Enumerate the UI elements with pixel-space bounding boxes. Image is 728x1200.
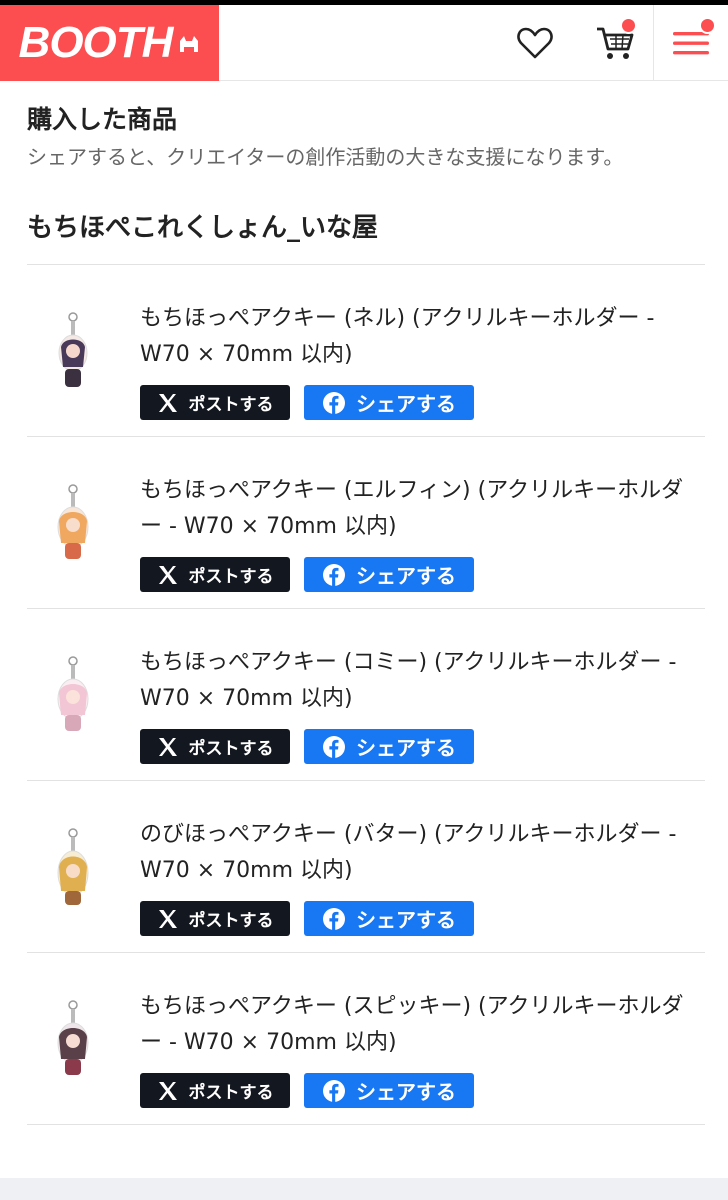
- x-logo-icon: [158, 737, 177, 756]
- facebook-share-button[interactable]: シェアする: [304, 901, 474, 936]
- cart-notification-dot: [620, 17, 637, 34]
- facebook-share-button[interactable]: シェアする: [304, 729, 474, 764]
- facebook-share-button[interactable]: シェアする: [304, 1073, 474, 1108]
- keychain-image-icon: [58, 312, 88, 387]
- logo-mark-icon: [180, 36, 199, 52]
- x-post-button[interactable]: ポストする: [140, 901, 290, 936]
- page-subtitle: シェアすると、クリエイターの創作活動の大きな支援になります。: [27, 145, 624, 169]
- item-title[interactable]: もちほっぺアクキー (スピッキー) (アクリルキーホルダー - W70 × 70…: [140, 989, 705, 1061]
- facebook-share-label: シェアする: [356, 736, 456, 760]
- facebook-icon: [323, 907, 345, 930]
- x-post-label: ポストする: [188, 911, 274, 931]
- facebook-share-label: シェアする: [356, 564, 456, 588]
- facebook-share-label: シェアする: [356, 908, 456, 932]
- x-logo-icon: [158, 393, 177, 412]
- item-thumbnail[interactable]: [41, 999, 105, 1083]
- x-post-label: ポストする: [188, 395, 274, 415]
- purchased-items-list: もちほっぺアクキー (ネル) (アクリルキーホルダー - W70 × 70mm …: [27, 264, 705, 1125]
- list-item: もちほっぺアクキー (エルフィン) (アクリルキーホルダー - W70 × 70…: [27, 437, 705, 609]
- share-buttons: ポストする シェアする: [140, 1073, 474, 1108]
- shop-name[interactable]: もちほぺこれくしょん_いな屋: [27, 207, 378, 244]
- x-post-button[interactable]: ポストする: [140, 1073, 290, 1108]
- page-title: 購入した商品: [27, 105, 178, 134]
- x-logo-icon: [158, 909, 177, 928]
- share-buttons: ポストする シェアする: [140, 729, 474, 764]
- facebook-icon: [323, 391, 345, 414]
- share-buttons: ポストする シェアする: [140, 557, 474, 592]
- keychain-image-icon: [57, 484, 89, 559]
- x-post-button[interactable]: ポストする: [140, 385, 290, 420]
- x-post-label: ポストする: [188, 567, 274, 587]
- x-post-label: ポストする: [188, 739, 274, 759]
- x-post-button[interactable]: ポストする: [140, 557, 290, 592]
- facebook-share-button[interactable]: シェアする: [304, 557, 474, 592]
- item-thumbnail[interactable]: [41, 311, 105, 395]
- list-item: のびほっぺアクキー (バター) (アクリルキーホルダー - W70 × 70mm…: [27, 781, 705, 953]
- favorites-button[interactable]: [505, 5, 565, 81]
- share-buttons: ポストする シェアする: [140, 901, 474, 936]
- logo-text: BOOTH: [18, 18, 174, 67]
- list-item: もちほっぺアクキー (コミー) (アクリルキーホルダー - W70 × 70mm…: [27, 609, 705, 781]
- menu-button[interactable]: [653, 5, 728, 81]
- x-logo-icon: [158, 565, 177, 584]
- item-thumbnail[interactable]: [41, 827, 105, 911]
- footer-band: [0, 1178, 728, 1200]
- facebook-share-label: シェアする: [356, 1080, 456, 1104]
- facebook-icon: [323, 735, 345, 758]
- cart-button[interactable]: [585, 5, 645, 81]
- list-item: もちほっぺアクキー (スピッキー) (アクリルキーホルダー - W70 × 70…: [27, 953, 705, 1125]
- facebook-icon: [323, 1079, 345, 1102]
- keychain-image-icon: [57, 656, 89, 731]
- keychain-image-icon: [57, 828, 89, 905]
- site-header: BOOTH: [0, 5, 728, 81]
- facebook-icon: [323, 563, 345, 586]
- heart-icon: [517, 27, 553, 59]
- share-buttons: ポストする シェアする: [140, 385, 474, 420]
- item-title[interactable]: もちほっぺアクキー (ネル) (アクリルキーホルダー - W70 × 70mm …: [140, 301, 705, 373]
- item-thumbnail[interactable]: [41, 655, 105, 739]
- item-title[interactable]: もちほっぺアクキー (コミー) (アクリルキーホルダー - W70 × 70mm…: [140, 645, 705, 717]
- x-logo-icon: [158, 1081, 177, 1100]
- keychain-image-icon: [57, 1000, 89, 1075]
- facebook-share-label: シェアする: [356, 392, 456, 416]
- x-post-label: ポストする: [188, 1083, 274, 1103]
- facebook-share-button[interactable]: シェアする: [304, 385, 474, 420]
- item-thumbnail[interactable]: [41, 483, 105, 567]
- booth-logo[interactable]: BOOTH: [0, 5, 219, 81]
- menu-notification-dot: [699, 17, 716, 34]
- item-title[interactable]: もちほっぺアクキー (エルフィン) (アクリルキーホルダー - W70 × 70…: [140, 473, 705, 545]
- x-post-button[interactable]: ポストする: [140, 729, 290, 764]
- item-title[interactable]: のびほっぺアクキー (バター) (アクリルキーホルダー - W70 × 70mm…: [140, 817, 705, 889]
- list-item: もちほっぺアクキー (ネル) (アクリルキーホルダー - W70 × 70mm …: [27, 265, 705, 437]
